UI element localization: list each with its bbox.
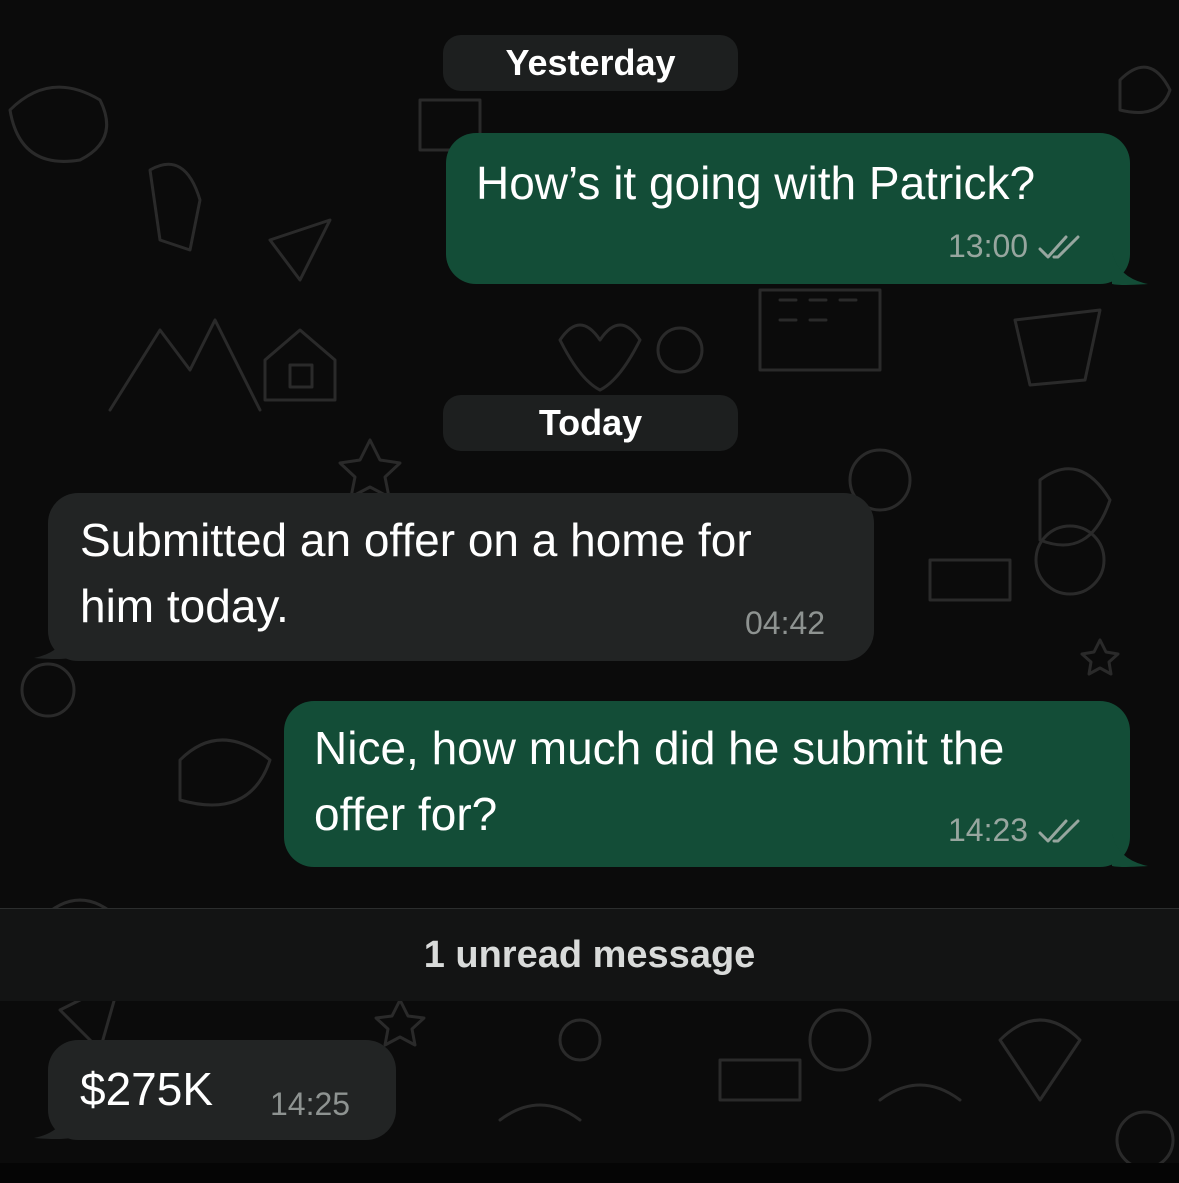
composer-edge — [0, 1163, 1179, 1183]
unread-label: 1 unread message — [423, 933, 756, 976]
chat-thread[interactable]: Yesterday How’s it going with Patrick? 1… — [0, 0, 1179, 1183]
message-meta: 14:23 — [948, 812, 1084, 849]
unread-messages-divider: 1 unread message — [0, 908, 1179, 1001]
message-time: 04:42 — [745, 605, 826, 641]
bubble-tail — [1112, 252, 1148, 285]
date-label: Yesterday — [505, 42, 676, 83]
bubble-tail — [1112, 834, 1148, 867]
message-time: 14:25 — [270, 1086, 351, 1122]
date-separator-today: Today — [443, 395, 738, 451]
bubble-tail — [34, 1106, 70, 1139]
bubble-tail — [34, 626, 70, 659]
message-time: 14:23 — [948, 812, 1029, 848]
message-text: $275K — [80, 1063, 214, 1115]
message-text: Nice, how much did he submit the offer f… — [314, 722, 1005, 840]
message-time: 13:00 — [948, 228, 1029, 264]
date-label: Today — [538, 402, 643, 443]
date-separator-yesterday: Yesterday — [443, 35, 738, 91]
double-check-icon — [1038, 235, 1080, 258]
message-text: How’s it going with Patrick? — [476, 157, 1036, 209]
message-meta: 13:00 — [948, 228, 1084, 265]
double-check-icon — [1038, 819, 1080, 842]
message-text: Submitted an offer on a home for him tod… — [80, 514, 752, 632]
